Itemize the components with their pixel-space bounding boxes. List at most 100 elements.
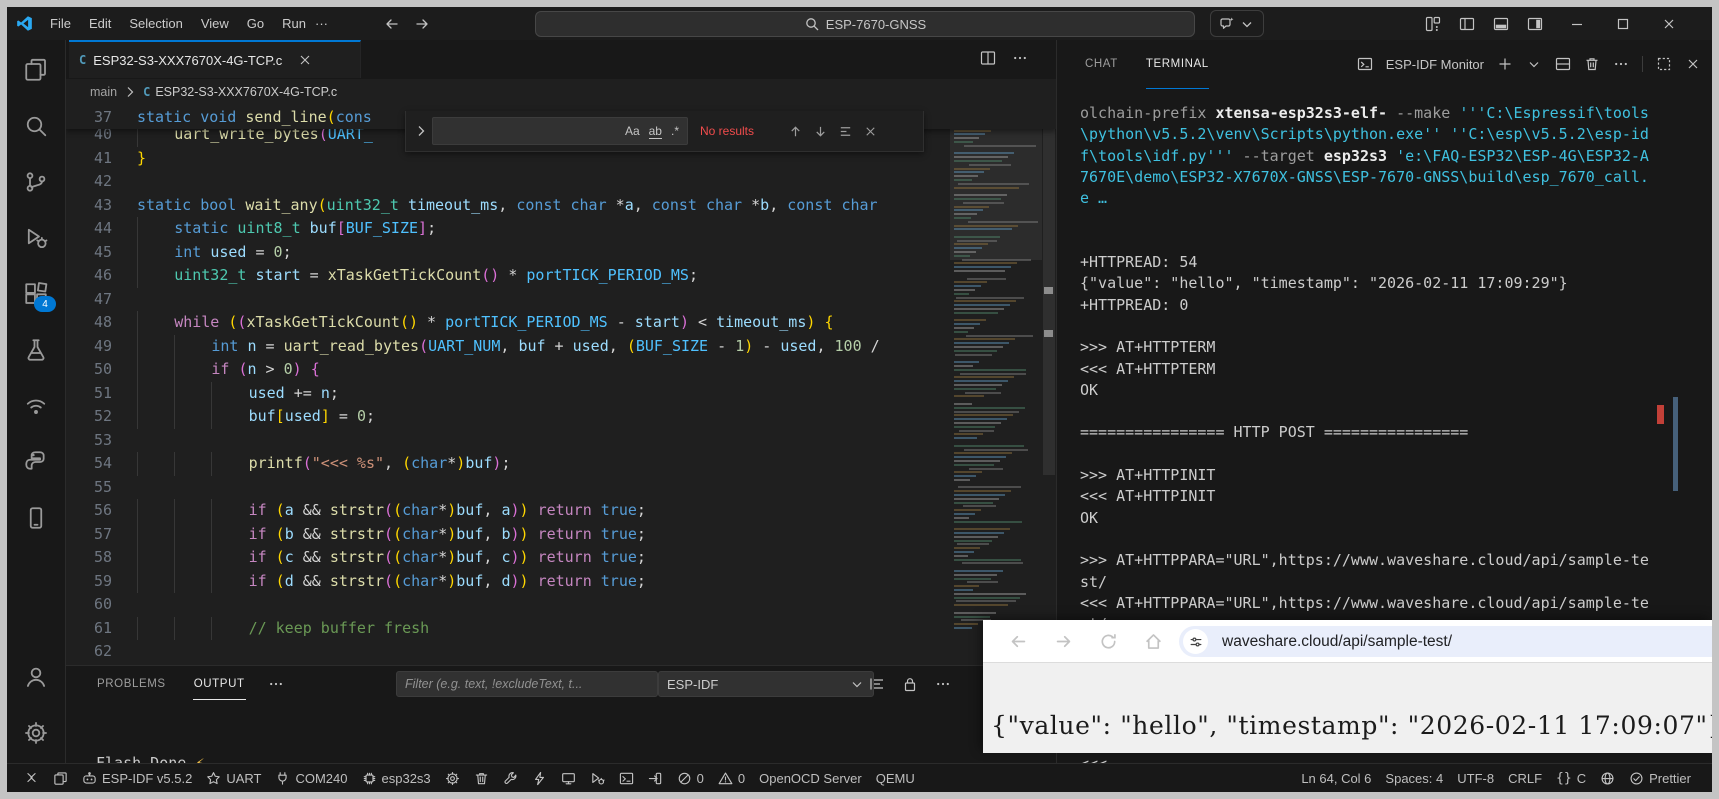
status-preview-icon[interactable] bbox=[641, 767, 670, 789]
customize-layout-icon[interactable] bbox=[1425, 16, 1441, 32]
more-panel-tabs-icon[interactable] bbox=[268, 676, 284, 692]
browser-url[interactable]: waveshare.cloud/api/sample-test/ bbox=[1222, 633, 1452, 651]
menu-view[interactable]: View bbox=[192, 12, 238, 35]
device-icon[interactable] bbox=[7, 496, 65, 540]
minimap[interactable] bbox=[950, 105, 1042, 665]
status-bolt-icon[interactable] bbox=[525, 767, 554, 789]
lock-icon[interactable] bbox=[902, 676, 918, 692]
status-star-icon[interactable]: UART bbox=[199, 767, 268, 789]
status-spaces-4[interactable]: Spaces: 4 bbox=[1378, 767, 1450, 789]
search-icon[interactable] bbox=[7, 104, 65, 148]
python-icon[interactable] bbox=[7, 440, 65, 484]
toggle-sidebar-icon[interactable] bbox=[1459, 16, 1475, 32]
output-autoscroll-icon[interactable] bbox=[869, 676, 885, 692]
terminal-instance-label[interactable]: ESP-IDF Monitor bbox=[1386, 57, 1484, 72]
close-panel-icon[interactable] bbox=[1685, 56, 1701, 72]
browser-address-bar[interactable]: waveshare.cloud/api/sample-test/ bbox=[1179, 626, 1712, 657]
status-terminal-icon[interactable] bbox=[612, 767, 641, 789]
menu-go[interactable]: Go bbox=[238, 12, 273, 35]
status-chip-icon[interactable]: esp32s3 bbox=[355, 767, 438, 789]
status-remote-icon[interactable] bbox=[17, 767, 46, 789]
tab-terminal[interactable]: TERMINAL bbox=[1146, 40, 1209, 89]
tab-chat[interactable]: CHAT bbox=[1085, 40, 1118, 89]
status-monitor-icon[interactable] bbox=[554, 767, 583, 789]
status-utf-8[interactable]: UTF-8 bbox=[1450, 767, 1501, 789]
split-editor-icon[interactable] bbox=[980, 50, 996, 66]
menu-more[interactable]: ··· bbox=[315, 16, 328, 31]
source-control-icon[interactable] bbox=[7, 160, 65, 204]
copilot-button[interactable] bbox=[1210, 10, 1264, 37]
tab-esp32-file[interactable]: C ESP32-S3-XXX7670X-4G-TCP.c bbox=[69, 40, 361, 78]
status-pages-icon[interactable] bbox=[46, 767, 75, 789]
status-qemu[interactable]: QEMU bbox=[869, 767, 922, 789]
browser-home-icon[interactable] bbox=[1144, 632, 1163, 651]
find-in-selection-icon[interactable] bbox=[838, 124, 853, 139]
maximize-icon[interactable] bbox=[1615, 16, 1631, 32]
panel-more-actions-icon[interactable] bbox=[1613, 56, 1629, 72]
browser-back-icon[interactable] bbox=[1009, 632, 1028, 651]
nav-back-icon[interactable] bbox=[384, 16, 400, 32]
nav-forward-icon[interactable] bbox=[414, 16, 430, 32]
editor-scrollbar[interactable] bbox=[1042, 105, 1056, 665]
status-openocd-server[interactable]: OpenOCD Server bbox=[752, 767, 869, 789]
account-icon[interactable] bbox=[7, 655, 65, 699]
status-trash-icon[interactable] bbox=[467, 767, 496, 789]
menu-selection[interactable]: Selection bbox=[120, 12, 191, 35]
find-collapse-icon[interactable] bbox=[413, 123, 429, 139]
tab-close-icon[interactable] bbox=[297, 52, 313, 68]
status-wrench-icon[interactable] bbox=[496, 767, 525, 789]
match-case-toggle[interactable]: Aa bbox=[625, 124, 640, 138]
output-more-actions-icon[interactable] bbox=[935, 676, 951, 692]
site-info-icon[interactable] bbox=[1183, 629, 1208, 654]
tab-output[interactable]: OUTPUT bbox=[193, 669, 246, 700]
breadcrumb-folder[interactable]: main bbox=[90, 85, 117, 99]
status-warning-icon[interactable]: 0 bbox=[711, 767, 752, 789]
status-idf-robot-icon[interactable]: ESP-IDF v5.5.2 bbox=[75, 767, 199, 789]
status-ln-64-col-6[interactable]: Ln 64, Col 6 bbox=[1294, 767, 1378, 789]
toggle-panel-icon[interactable] bbox=[1493, 16, 1509, 32]
command-center-search[interactable]: ESP-7670-GNSS bbox=[535, 11, 1195, 37]
menu-file[interactable]: File bbox=[41, 12, 80, 35]
menu-run[interactable]: Run bbox=[273, 12, 315, 35]
find-previous-icon[interactable] bbox=[788, 124, 803, 139]
code-editor[interactable]: 40uart_write_bytes(UART_41}4243static bo… bbox=[66, 105, 1056, 665]
browser-reload-icon[interactable] bbox=[1099, 632, 1118, 651]
status-check-circle-icon[interactable]: Prettier bbox=[1622, 767, 1698, 789]
status-crlf[interactable]: CRLF bbox=[1501, 767, 1549, 789]
status-debug-icon[interactable] bbox=[583, 767, 612, 789]
split-terminal-icon[interactable] bbox=[1555, 56, 1571, 72]
new-terminal-icon[interactable] bbox=[1497, 56, 1513, 72]
status-gear-icon[interactable] bbox=[438, 767, 467, 789]
terminal-dropdown-icon[interactable] bbox=[1526, 56, 1542, 72]
editor-more-actions-icon[interactable] bbox=[1012, 50, 1028, 66]
status-error-icon[interactable]: 0 bbox=[670, 767, 711, 789]
breadcrumb-file[interactable]: ESP32-S3-XXX7670X-4G-TCP.c bbox=[155, 85, 337, 99]
browser-forward-icon[interactable] bbox=[1054, 632, 1073, 651]
find-input[interactable]: Aa ab .* bbox=[432, 117, 688, 145]
minimize-icon[interactable] bbox=[1569, 16, 1585, 32]
output-channel-select[interactable]: ESP-IDF bbox=[658, 671, 874, 697]
regex-toggle[interactable]: .* bbox=[671, 124, 679, 138]
whole-word-toggle[interactable]: ab bbox=[649, 124, 662, 139]
output-filter-input[interactable]: Filter (e.g. text, !excludeText, t... bbox=[396, 671, 658, 697]
explorer-icon[interactable] bbox=[7, 48, 65, 92]
find-close-icon[interactable] bbox=[863, 124, 878, 139]
tab-problems[interactable]: PROBLEMS bbox=[96, 669, 167, 700]
close-window-icon[interactable] bbox=[1661, 16, 1677, 32]
breadcrumb[interactable]: main C ESP32-S3-XXX7670X-4G-TCP.c bbox=[66, 79, 1056, 105]
toggle-secondary-sidebar-icon[interactable] bbox=[1527, 16, 1543, 32]
status-braces-icon[interactable]: {}C bbox=[1549, 767, 1593, 789]
testing-flask-icon[interactable] bbox=[7, 328, 65, 372]
terminal-line: e … bbox=[1080, 188, 1700, 209]
wireless-icon[interactable] bbox=[7, 384, 65, 428]
status-globe-icon[interactable] bbox=[1593, 767, 1622, 789]
settings-gear-icon[interactable] bbox=[7, 711, 65, 755]
maximize-panel-icon[interactable] bbox=[1656, 56, 1672, 72]
menu-edit[interactable]: Edit bbox=[80, 12, 120, 35]
extensions-icon[interactable]: 4 bbox=[7, 272, 65, 316]
status-plug-icon[interactable]: COM240 bbox=[268, 767, 354, 789]
terminal-output[interactable]: olchain-prefix xtensa-esp32s3-elf- --mak… bbox=[1080, 103, 1700, 635]
find-next-icon[interactable] bbox=[813, 124, 828, 139]
kill-terminal-icon[interactable] bbox=[1584, 56, 1600, 72]
run-debug-icon[interactable] bbox=[7, 216, 65, 260]
